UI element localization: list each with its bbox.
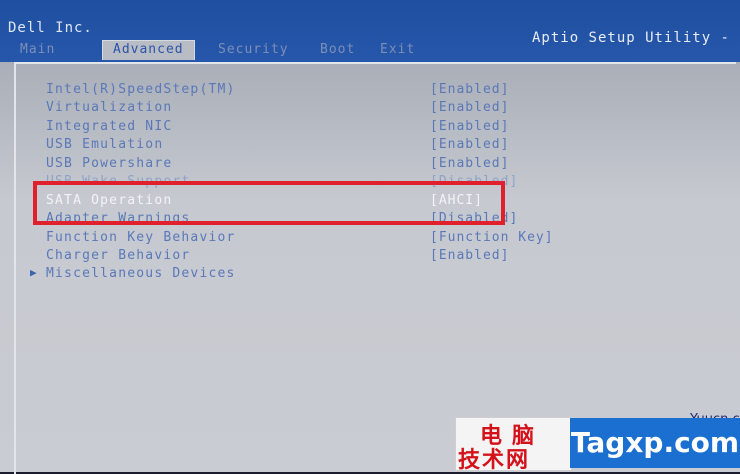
setting-label: Charger Behavior (46, 248, 191, 263)
setting-row-misc-devices[interactable]: ▶ Miscellaneous Devices (16, 266, 716, 284)
setting-row-virtualization[interactable]: Virtualization [Enabled] (16, 100, 716, 118)
watermark-cn-line2: 技术网 (458, 448, 531, 473)
setting-label: USB Emulation (46, 137, 164, 152)
settings-panel: Intel(R)SpeedStep(TM) [Enabled] Virtuali… (14, 62, 736, 474)
setting-row-function-key[interactable]: Function Key Behavior [Function Key] (16, 230, 716, 248)
setting-label: Integrated NIC (46, 119, 173, 134)
utility-title: Aptio Setup Utility - (531, 30, 730, 46)
setting-value[interactable]: [Enabled] (430, 100, 509, 115)
setting-label: Virtualization (46, 100, 173, 115)
setting-label: Intel(R)SpeedStep(TM) (46, 82, 236, 97)
setting-value[interactable]: [Enabled] (430, 119, 509, 134)
tab-exit[interactable]: Exit (380, 42, 415, 57)
bios-screen: Dell Inc. Main Advanced Security Boot Ex… (0, 0, 740, 474)
setting-value[interactable]: [Function Key] (430, 230, 554, 245)
watermark-brand: Tagxp.com (570, 418, 740, 468)
setting-value[interactable]: [Enabled] (430, 137, 509, 152)
setting-label: Function Key Behavior (46, 230, 236, 245)
setting-label: USB Powershare (46, 156, 173, 171)
setting-value[interactable]: [Enabled] (430, 248, 509, 263)
setting-row-usb-emulation[interactable]: USB Emulation [Enabled] (16, 137, 716, 155)
setting-row-speedstep[interactable]: Intel(R)SpeedStep(TM) [Enabled] (16, 82, 716, 100)
setting-value[interactable]: [Enabled] (430, 82, 509, 97)
setting-value[interactable]: [Enabled] (430, 156, 509, 171)
tab-boot[interactable]: Boot (320, 42, 355, 57)
tab-security[interactable]: Security (218, 42, 289, 57)
highlight-box (33, 181, 505, 225)
tab-main[interactable]: Main (20, 42, 55, 57)
submenu-arrow-icon: ▶ (30, 266, 37, 279)
setting-row-usb-powershare[interactable]: USB Powershare [Enabled] (16, 156, 716, 174)
vendor-name: Dell Inc. (8, 20, 93, 36)
tab-advanced[interactable]: Advanced (102, 40, 195, 60)
setting-row-charger-behavior[interactable]: Charger Behavior [Enabled] (16, 248, 716, 266)
setting-label: Miscellaneous Devices (46, 266, 236, 281)
setting-row-integrated-nic[interactable]: Integrated NIC [Enabled] (16, 119, 716, 137)
